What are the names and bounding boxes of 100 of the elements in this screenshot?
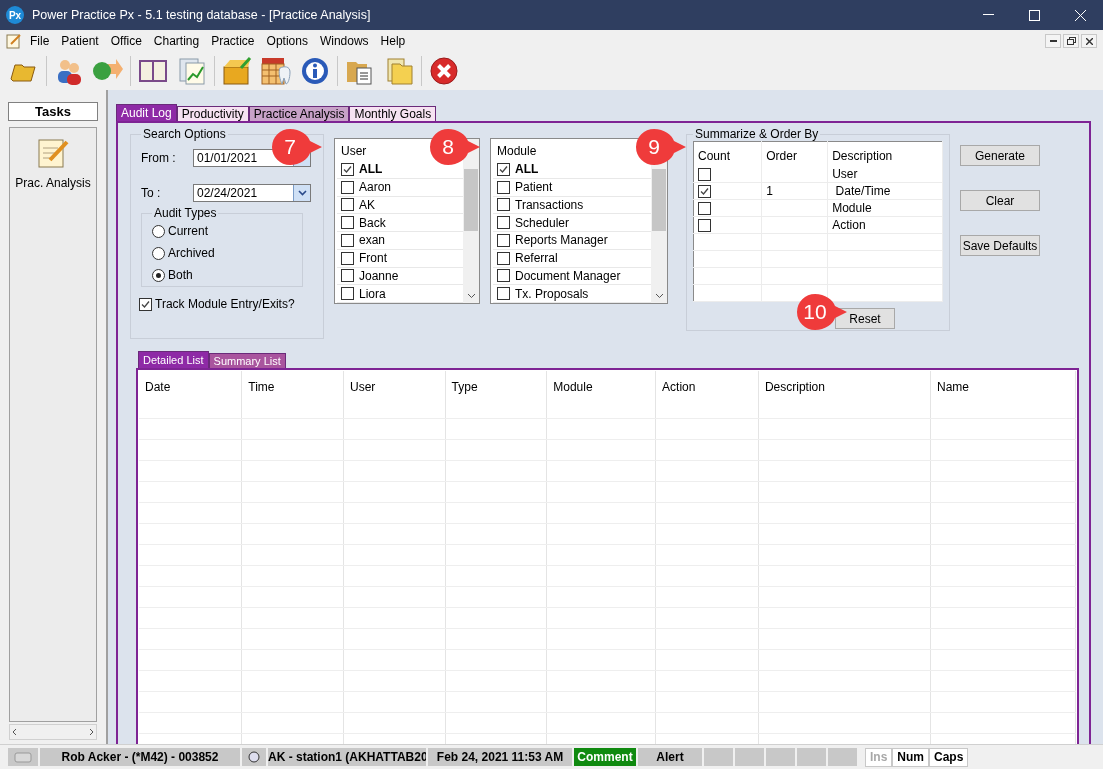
minimize-icon [982,14,994,16]
checkbox[interactable] [698,167,711,181]
action-button[interactable]: Clear [960,190,1040,211]
callout-tooltip: 9 [634,127,686,167]
list-item[interactable]: Joanne [337,267,463,286]
column-header: Count [693,141,762,166]
menu-item[interactable]: Windows [313,34,375,48]
radio-button[interactable] [152,268,165,282]
scroll-thumb[interactable] [652,169,666,231]
checkbox[interactable] [341,162,354,176]
scroll-thumb[interactable] [464,169,478,231]
callout-tooltip: 8 [428,127,480,167]
checkbox[interactable] [139,297,152,311]
menu-item[interactable]: Help [374,34,412,48]
status-field: Alert [638,748,702,766]
list-item[interactable]: Referral [493,249,651,268]
radio-option[interactable]: Archived [152,242,292,264]
list-item[interactable]: Scheduler [493,214,651,232]
checkbox[interactable] [497,269,510,283]
callout-tooltip: 7 [270,127,322,167]
menu-item[interactable]: Practice [205,34,261,48]
table-cell-text: Date/Time [834,184,891,198]
checkbox[interactable] [341,269,354,283]
tab[interactable]: Detailed List [138,351,209,368]
status-field [735,748,764,766]
restore-button[interactable] [1063,34,1079,48]
scroll-down-icon[interactable] [466,293,476,299]
table-cell: 1 [766,184,773,198]
checkbox[interactable] [497,198,510,212]
tab[interactable]: Monthly Goals [349,106,437,121]
checkbox[interactable] [341,198,354,212]
checkbox[interactable] [497,180,510,194]
radio-button[interactable] [152,224,165,238]
checkbox[interactable] [497,251,510,265]
date-field[interactable]: 02/24/2021 [193,184,311,202]
checkbox[interactable] [497,216,510,230]
tab[interactable]: Summary List [208,353,286,368]
radio-option[interactable]: Both [152,264,292,286]
checkmark-icon [499,164,508,174]
checkbox[interactable] [497,162,510,176]
minimize-button[interactable] [1045,34,1061,48]
menu-item[interactable]: Charting [147,34,206,48]
checkbox-option[interactable]: Track Module Entry/Exits? [139,293,313,315]
panel-title: Tasks [8,102,98,121]
checkbox[interactable] [341,251,354,265]
list-item[interactable]: Aaron [337,178,463,197]
close-icon [1074,9,1086,21]
list-item[interactable]: Transactions [493,196,651,215]
minimize-icon [1049,40,1057,42]
group-title: Summarize & Order By [694,127,820,141]
column-header: Time [241,371,344,398]
radio-option[interactable]: Current [152,220,292,242]
checkmark-icon [343,164,352,174]
window-title: Power Practice Px - 5.1 testing database - [Practice Analysis] [32,8,372,22]
checkbox[interactable] [698,218,711,232]
checkbox[interactable] [341,216,354,230]
list-item[interactable]: Liora [337,285,463,303]
list-header: User [340,143,367,160]
close-button[interactable] [1081,34,1097,48]
checkbox[interactable] [497,233,510,247]
chevron-down-icon [297,190,307,196]
restore-icon [1066,37,1076,45]
key-indicator: Ins [865,747,893,767]
notepad-icon [36,136,70,170]
menu-item[interactable]: Office [104,34,148,48]
list-item[interactable]: Patient [493,178,651,197]
list-item[interactable]: Document Manager [493,267,651,286]
menu-item[interactable]: File [24,34,56,48]
field-label: To : [141,186,162,200]
dropdown-button[interactable] [293,185,310,201]
list-header: Module [496,143,537,160]
checkbox[interactable] [341,180,354,194]
close-icon [1085,37,1093,45]
list-item[interactable]: Front [337,249,463,268]
column-header: Order [761,141,828,166]
list-item[interactable]: Back [337,214,463,232]
radio-button[interactable] [152,246,165,260]
menu-item[interactable]: Patient [55,34,105,48]
menu-item[interactable]: Options [260,34,314,48]
checkbox[interactable] [497,287,510,301]
action-button[interactable]: Save Defaults [960,235,1040,256]
tab[interactable]: Productivity [176,106,249,121]
checkbox[interactable] [698,201,711,215]
tab[interactable]: Audit Log [116,104,177,121]
list-item[interactable]: AK [337,196,463,215]
list-item[interactable]: exan [337,232,463,250]
checkbox[interactable] [341,287,354,301]
key-indicator: Num [892,747,929,767]
checkbox[interactable] [341,233,354,247]
list-item[interactable]: Tx. Proposals [493,285,651,303]
table-cell: Module [832,201,872,215]
reset-button[interactable]: Reset [835,308,895,329]
list-item[interactable]: Reports Manager [493,232,651,250]
tab[interactable]: Practice Analysis [248,106,350,121]
status-field [797,748,826,766]
scroll-down-icon[interactable] [654,293,664,299]
task-item[interactable]: Prac. Analysis [15,136,91,190]
action-button[interactable]: Generate [960,145,1040,166]
status-field: Rob Acker - (*M42) - 003852 [40,748,240,766]
checkbox[interactable] [698,184,711,198]
